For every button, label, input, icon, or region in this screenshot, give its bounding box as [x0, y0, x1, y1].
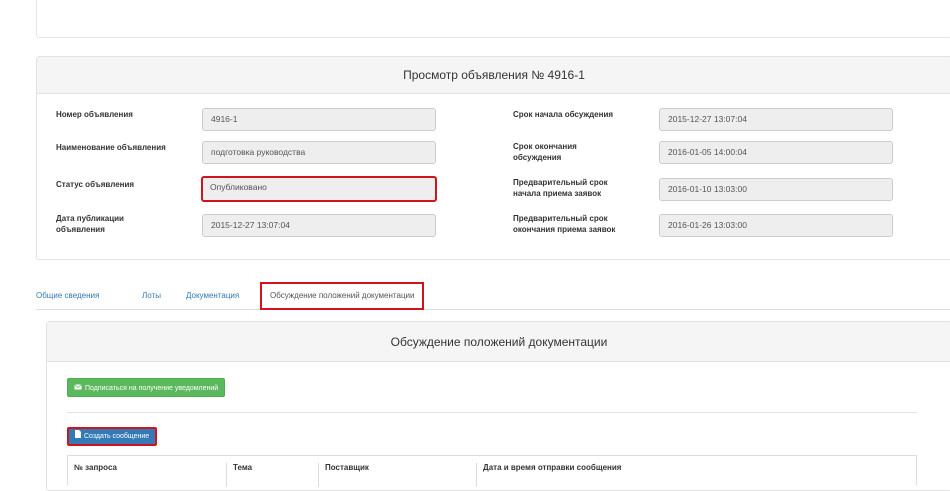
field-status: Опубликовано: [201, 176, 437, 202]
field-label-number: Номер объявления: [56, 110, 133, 119]
column-header-request-number: № запроса: [74, 463, 117, 472]
field-label-status: Статус объявления: [56, 180, 135, 189]
subscribe-button-label: Подписаться на получение уведомлений: [85, 385, 219, 392]
field-discussion-start: 2015-12-27 13:07:04: [659, 108, 893, 131]
messages-table-header: № запроса Тема Поставщик Дата и время от…: [67, 455, 917, 487]
envelope-icon: [74, 379, 82, 398]
subscribe-button[interactable]: Подписаться на получение уведомлений: [67, 378, 226, 398]
field-name: подготовка руководства: [202, 141, 436, 164]
field-label-discussion-start: Срок начала обсуждения: [513, 110, 614, 119]
tab-documentation[interactable]: Документация: [186, 282, 239, 310]
field-publish-date: 2015-12-27 13:07:04: [202, 214, 436, 237]
tab-discussion[interactable]: Обсуждение положений документации: [260, 282, 425, 310]
field-label-name: Наименование объявления: [56, 143, 166, 152]
field-label-applications-end: Предварительный срок окончания приема за…: [513, 214, 616, 234]
discussion-title: Обсуждение положений документации: [47, 322, 950, 362]
tab-bar: Общие сведения Лоты Документация Обсужде…: [36, 282, 950, 310]
announcement-view-panel: Просмотр объявления № 4916-1 Номер объяв…: [36, 56, 950, 260]
tab-general[interactable]: Общие сведения: [36, 282, 99, 310]
field-applications-start: 2016-01-10 13:03:00: [659, 178, 893, 201]
field-number: 4916-1: [202, 108, 436, 131]
field-discussion-end: 2016-01-05 14:00:04: [659, 141, 893, 164]
tab-lots[interactable]: Лоты: [142, 282, 161, 310]
divider: [67, 412, 917, 413]
column-header-topic: Тема: [226, 463, 318, 487]
discussion-panel: Обсуждение положений документации Подпис…: [46, 321, 950, 491]
column-header-supplier: Поставщик: [318, 463, 476, 487]
create-message-button-label: Создать сообщение: [84, 433, 150, 440]
column-header-send-date: Дата и время отправки сообщения: [476, 463, 916, 487]
field-label-publish-date: Дата публикации объявления: [56, 214, 124, 234]
file-icon: [75, 429, 81, 444]
field-label-applications-start: Предварительный срок начала приема заяво…: [513, 178, 608, 198]
panel-title: Просмотр объявления № 4916-1: [37, 57, 950, 94]
top-panel: [36, 0, 950, 38]
field-applications-end: 2016-01-26 13:03:00: [659, 214, 893, 237]
field-label-discussion-end: Срок окончания обсуждения: [513, 142, 577, 162]
create-message-button[interactable]: Создать сообщение: [67, 427, 158, 446]
